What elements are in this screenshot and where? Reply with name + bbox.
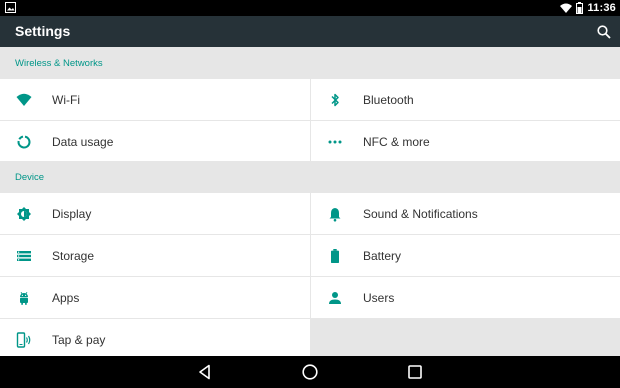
setting-display[interactable]: Display (0, 193, 310, 235)
setting-label: Battery (363, 249, 402, 263)
search-icon[interactable] (596, 24, 612, 40)
navigation-bar (0, 356, 620, 388)
setting-storage[interactable]: Storage (0, 235, 310, 277)
status-time: 11:36 (587, 2, 616, 14)
setting-apps[interactable]: Apps (0, 277, 310, 319)
battery-icon (576, 2, 584, 14)
setting-label: Data usage (52, 135, 114, 149)
setting-tap-pay[interactable]: Tap & pay (0, 319, 310, 361)
setting-sound-notifications[interactable]: Sound & Notifications (310, 193, 620, 235)
setting-label: Storage (52, 249, 95, 263)
setting-label: Apps (52, 291, 80, 305)
empty-tile (310, 319, 620, 361)
section-header-wireless: Wireless & Networks (0, 47, 620, 79)
setting-wifi[interactable]: Wi-Fi (0, 79, 310, 121)
setting-users[interactable]: Users (310, 277, 620, 319)
section-title: Wireless & Networks (15, 58, 103, 69)
bluetooth-icon (331, 93, 339, 107)
setting-battery[interactable]: Battery (310, 235, 620, 277)
bell-icon (329, 208, 341, 222)
setting-data-usage[interactable]: Data usage (0, 121, 310, 163)
image-notification-icon (5, 2, 16, 13)
setting-bluetooth[interactable]: Bluetooth (310, 79, 620, 121)
home-icon[interactable] (301, 363, 319, 381)
settings-row: Display Sound & Notifications (0, 193, 620, 235)
section-title: Device (15, 172, 45, 183)
wifi-icon (560, 3, 573, 13)
wifi-icon (16, 93, 32, 106)
setting-label: Display (52, 207, 92, 221)
recents-icon[interactable] (406, 363, 424, 381)
setting-label: NFC & more (363, 135, 430, 149)
setting-label: Bluetooth (363, 93, 414, 107)
back-icon[interactable] (196, 363, 214, 381)
settings-row: Wi-Fi Bluetooth (0, 79, 620, 121)
android-icon (20, 291, 28, 305)
battery-icon (331, 249, 339, 263)
settings-row: Apps Users (0, 277, 620, 319)
section-header-device: Device (0, 161, 620, 193)
setting-label: Users (363, 291, 395, 305)
status-bar: 11:36 (0, 0, 620, 16)
page-title: Settings (15, 23, 71, 39)
display-icon (17, 207, 31, 221)
setting-label: Sound & Notifications (363, 207, 478, 221)
settings-row: Storage Battery (0, 235, 620, 277)
settings-row: Tap & pay (0, 319, 620, 361)
setting-label: Wi-Fi (52, 93, 80, 107)
settings-row: Data usage NFC & more (0, 121, 620, 163)
person-icon (329, 292, 341, 304)
data-usage-icon (17, 135, 31, 149)
more-icon (328, 140, 342, 144)
app-bar: Settings (0, 16, 620, 47)
tap-pay-icon (16, 332, 31, 348)
setting-nfc-more[interactable]: NFC & more (310, 121, 620, 163)
storage-icon (17, 251, 31, 261)
setting-label: Tap & pay (52, 333, 106, 347)
